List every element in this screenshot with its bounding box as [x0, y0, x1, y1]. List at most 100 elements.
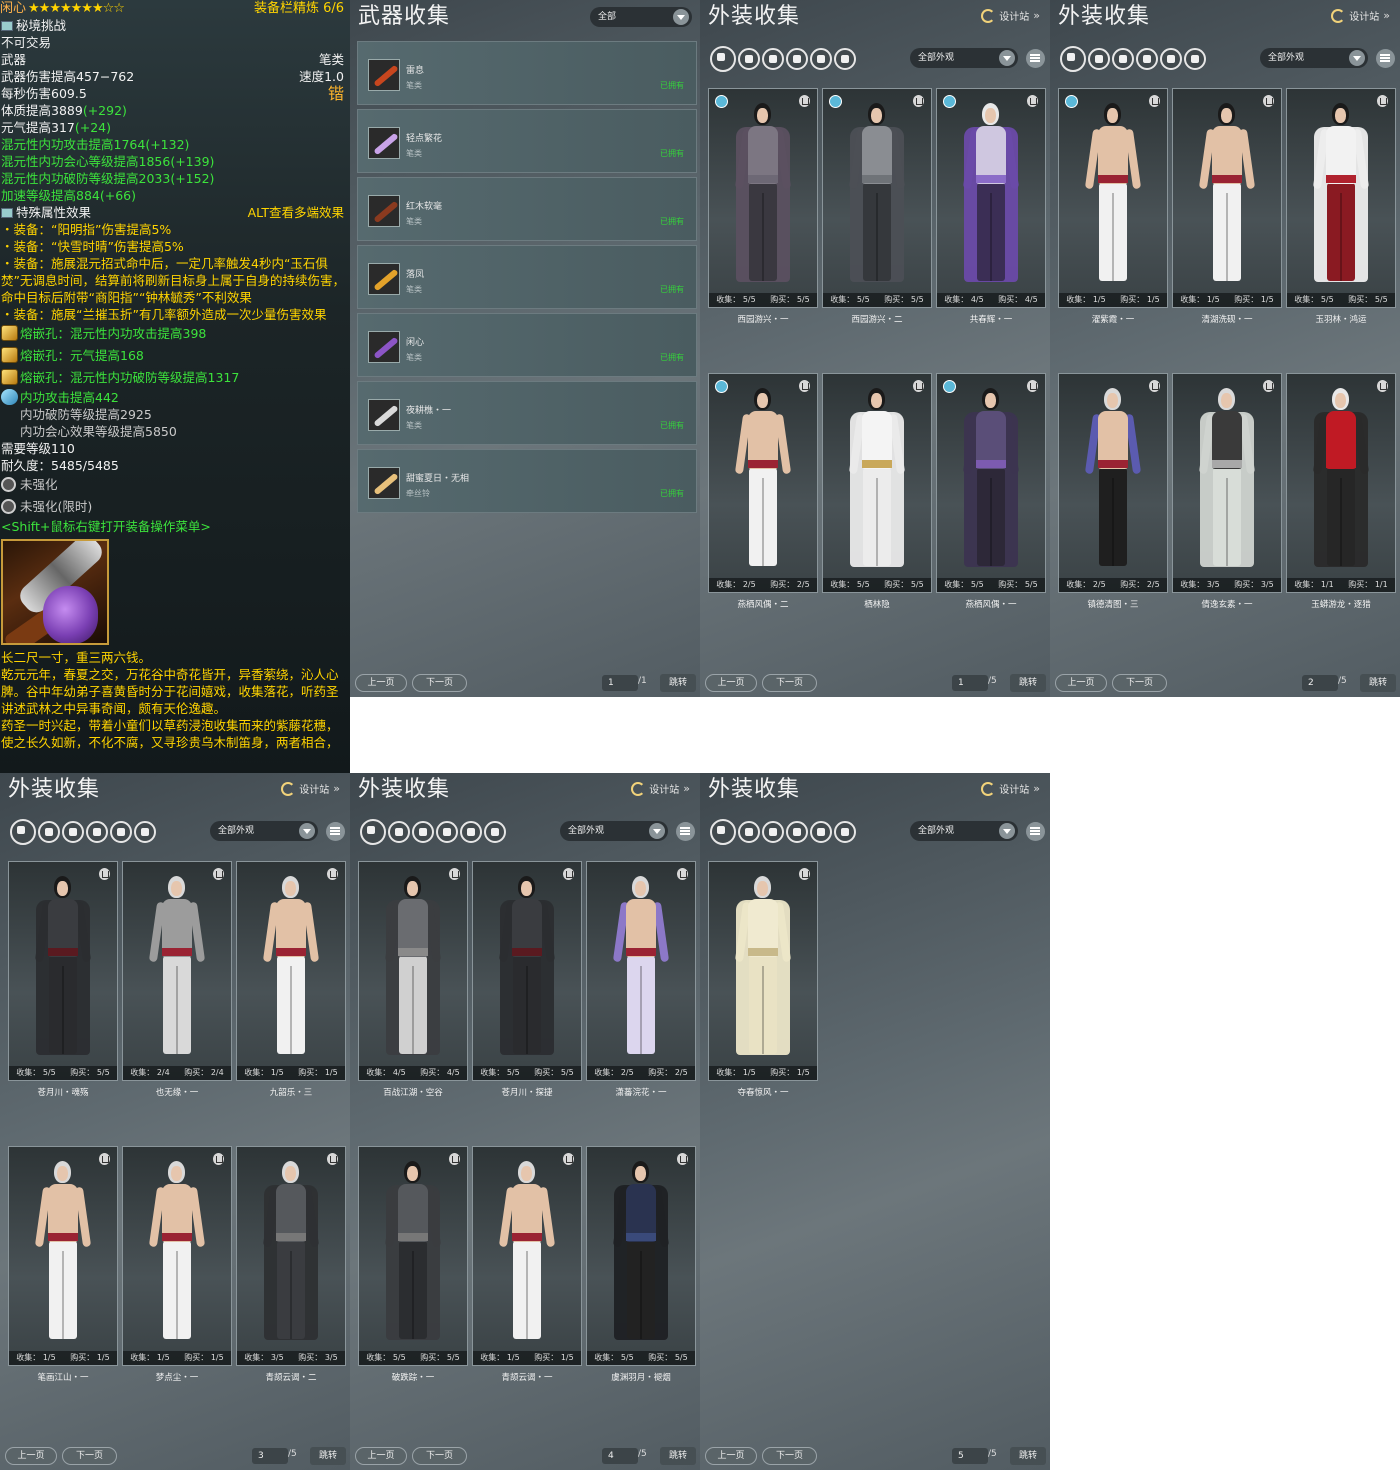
trash-icon[interactable] — [1149, 95, 1160, 107]
weapon-item[interactable]: 落凤 笔类 已拥有 — [357, 245, 697, 309]
page-number-input[interactable]: 4 — [602, 1448, 638, 1464]
all-category-icon[interactable] — [360, 819, 386, 845]
outfit-card[interactable]: 收集： 1/5 购买： 1/5 — [708, 861, 818, 1081]
hair-icon[interactable] — [1160, 48, 1182, 70]
outfit-card[interactable]: 收集： 1/5 购买： 1/5 — [1172, 88, 1282, 308]
jump-button[interactable]: 跳转 — [1360, 674, 1396, 692]
trash-icon[interactable] — [913, 95, 924, 107]
hat-icon[interactable] — [762, 48, 784, 70]
appearance-filter-dropdown[interactable]: 全部外观 — [560, 821, 668, 841]
all-category-icon[interactable] — [10, 819, 36, 845]
trash-icon[interactable] — [799, 380, 810, 392]
weapon-item[interactable]: 甜蜜夏日・无相 牵丝铃 已拥有 — [357, 449, 697, 513]
trash-icon[interactable] — [213, 868, 224, 880]
prev-page-button[interactable]: 上一页 — [705, 674, 757, 692]
page-number-input[interactable]: 1 — [952, 675, 988, 691]
wing-icon[interactable] — [786, 48, 808, 70]
top-icon[interactable] — [38, 821, 60, 843]
outfit-card[interactable]: 收集： 1/5 购买： 1/5 — [472, 1146, 582, 1366]
wing-icon[interactable] — [86, 821, 108, 843]
trash-icon[interactable] — [1263, 95, 1274, 107]
outfit-card[interactable]: 收集： 5/5 购买： 5/5 — [472, 861, 582, 1081]
trash-icon[interactable] — [563, 1153, 574, 1165]
appearance-filter-dropdown[interactable]: 全部外观 — [210, 821, 318, 841]
hair-icon[interactable] — [460, 821, 482, 843]
top-icon[interactable] — [738, 821, 760, 843]
hair-icon[interactable] — [810, 48, 832, 70]
trash-icon[interactable] — [1377, 380, 1388, 392]
prev-page-button[interactable]: 上一页 — [705, 1447, 757, 1465]
trash-icon[interactable] — [99, 1153, 110, 1165]
page-number-input[interactable]: 3 — [252, 1448, 288, 1464]
trash-icon[interactable] — [1027, 380, 1038, 392]
all-category-icon[interactable] — [710, 46, 736, 72]
appearance-filter-dropdown[interactable]: 全部外观 — [1260, 48, 1368, 68]
designer-link[interactable]: 设计站» — [981, 781, 1040, 796]
scroll-icon[interactable] — [484, 821, 506, 843]
trash-icon[interactable] — [913, 380, 924, 392]
appearance-filter-dropdown[interactable]: 全部外观 — [910, 48, 1018, 68]
outfit-card[interactable]: 收集： 5/5 购买： 5/5 — [1286, 88, 1396, 308]
weapon-item[interactable]: 红木软毫 笔类 已拥有 — [357, 177, 697, 241]
trash-icon[interactable] — [449, 868, 460, 880]
hat-icon[interactable] — [62, 821, 84, 843]
menu-icon[interactable] — [1376, 49, 1395, 68]
page-number-input[interactable]: 5 — [952, 1448, 988, 1464]
outfit-card[interactable]: 收集： 4/5 购买： 4/5 — [936, 88, 1046, 308]
outfit-card[interactable]: 收集： 5/5 购买： 5/5 — [586, 1146, 696, 1366]
weapon-item[interactable]: 闲心 笔类 已拥有 — [357, 313, 697, 377]
outfit-card[interactable]: 收集： 4/5 购买： 4/5 — [358, 861, 468, 1081]
page-number-input[interactable]: 1 — [602, 675, 638, 691]
next-page-button[interactable]: 下一页 — [762, 1447, 817, 1465]
top-icon[interactable] — [738, 48, 760, 70]
hair-icon[interactable] — [810, 821, 832, 843]
weapon-filter-dropdown[interactable]: 全部 — [590, 7, 692, 27]
outfit-card[interactable]: 收集： 2/5 购买： 2/5 — [586, 861, 696, 1081]
jump-button[interactable]: 跳转 — [1010, 1447, 1046, 1465]
designer-link[interactable]: 设计站» — [281, 781, 340, 796]
wing-icon[interactable] — [786, 821, 808, 843]
trash-icon[interactable] — [327, 868, 338, 880]
jump-button[interactable]: 跳转 — [660, 674, 696, 692]
outfit-card[interactable]: 收集： 2/4 购买： 2/4 — [122, 861, 232, 1081]
trash-icon[interactable] — [799, 868, 810, 880]
trash-icon[interactable] — [213, 1153, 224, 1165]
outfit-card[interactable]: 收集： 2/5 购买： 2/5 — [708, 373, 818, 593]
outfit-card[interactable]: 收集： 5/5 购买： 5/5 — [936, 373, 1046, 593]
trash-icon[interactable] — [1377, 95, 1388, 107]
outfit-card[interactable]: 收集： 2/5 购买： 2/5 — [1058, 373, 1168, 593]
scroll-icon[interactable] — [834, 48, 856, 70]
prev-page-button[interactable]: 上一页 — [355, 1447, 407, 1465]
weapon-item[interactable]: 夜耕樵・一 笔类 已拥有 — [357, 381, 697, 445]
menu-icon[interactable] — [1026, 49, 1045, 68]
wing-icon[interactable] — [1136, 48, 1158, 70]
hat-icon[interactable] — [412, 821, 434, 843]
top-icon[interactable] — [1088, 48, 1110, 70]
trash-icon[interactable] — [449, 1153, 460, 1165]
trash-icon[interactable] — [677, 868, 688, 880]
trash-icon[interactable] — [99, 868, 110, 880]
outfit-card[interactable]: 收集： 1/5 购买： 1/5 — [236, 861, 346, 1081]
prev-page-button[interactable]: 上一页 — [5, 1447, 57, 1465]
menu-icon[interactable] — [676, 822, 695, 841]
prev-page-button[interactable]: 上一页 — [1055, 674, 1107, 692]
page-number-input[interactable]: 2 — [1302, 675, 1338, 691]
trash-icon[interactable] — [1263, 380, 1274, 392]
menu-icon[interactable] — [326, 822, 345, 841]
outfit-card[interactable]: 收集： 5/5 购买： 5/5 — [822, 88, 932, 308]
designer-link[interactable]: 设计站» — [981, 8, 1040, 23]
wing-icon[interactable] — [436, 821, 458, 843]
next-page-button[interactable]: 下一页 — [762, 674, 817, 692]
appearance-filter-dropdown[interactable]: 全部外观 — [910, 821, 1018, 841]
next-page-button[interactable]: 下一页 — [412, 1447, 467, 1465]
trash-icon[interactable] — [1149, 380, 1160, 392]
menu-icon[interactable] — [1026, 822, 1045, 841]
weapon-item[interactable]: 雷息 笔类 已拥有 — [357, 41, 697, 105]
hat-icon[interactable] — [1112, 48, 1134, 70]
outfit-card[interactable]: 收集： 1/5 购买： 1/5 — [8, 1146, 118, 1366]
trash-icon[interactable] — [677, 1153, 688, 1165]
designer-link[interactable]: 设计站» — [1331, 8, 1390, 23]
jump-button[interactable]: 跳转 — [660, 1447, 696, 1465]
all-category-icon[interactable] — [710, 819, 736, 845]
outfit-card[interactable]: 收集： 1/5 购买： 1/5 — [122, 1146, 232, 1366]
